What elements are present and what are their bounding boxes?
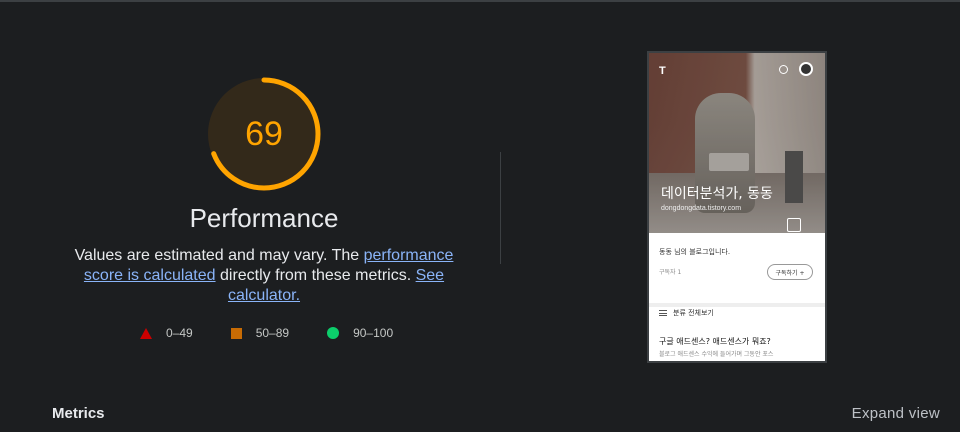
section-separator bbox=[649, 303, 825, 307]
blog-title: 데이터분석가, 동동 bbox=[661, 186, 773, 202]
performance-score: 69 bbox=[245, 114, 283, 153]
expand-view-toggle[interactable]: Expand view bbox=[852, 405, 940, 422]
tistory-logo-icon: T bbox=[659, 65, 666, 77]
subscribe-button: 구독하기 + bbox=[767, 264, 813, 280]
blog-intro: 동동 님의 블로그입니다. bbox=[659, 248, 731, 256]
blog-url: dongdongdata.tistory.com bbox=[661, 205, 742, 212]
description-text-2: directly from these metrics. bbox=[215, 267, 416, 284]
red-triangle-icon bbox=[140, 327, 152, 339]
category-row: 분류 전체보기 bbox=[659, 308, 714, 318]
legend-item-fail: 0–49 bbox=[140, 326, 193, 340]
legend-label-fail: 0–49 bbox=[166, 326, 193, 340]
legend-label-pass: 90–100 bbox=[353, 326, 394, 340]
orange-square-icon bbox=[230, 327, 242, 339]
score-description: Values are estimated and may vary. The p… bbox=[60, 246, 468, 306]
post-title: 구글 애드센스? 애드센스가 뭐죠? bbox=[659, 337, 771, 346]
blog-intro-card: 동동 님의 블로그입니다. 구독자 1 구독하기 + bbox=[649, 233, 825, 305]
vertical-divider bbox=[500, 152, 501, 264]
category-label: 분류 전체보기 bbox=[673, 309, 714, 317]
edit-icon bbox=[787, 218, 801, 232]
search-icon bbox=[779, 65, 788, 74]
performance-gauge: 69 bbox=[205, 75, 323, 193]
final-screenshot-thumbnail[interactable]: T 데이터분석가, 동동 dongdongdata.tistory.com 동동… bbox=[647, 51, 827, 363]
description-text-1: Values are estimated and may vary. The bbox=[74, 247, 364, 264]
legend-label-average: 50–89 bbox=[255, 326, 290, 340]
score-legend: 0–49 50–89 90–100 bbox=[140, 326, 431, 340]
subscriber-count: 구독자 1 bbox=[659, 269, 682, 276]
green-circle-icon bbox=[327, 327, 340, 339]
list-icon bbox=[659, 310, 667, 316]
metrics-heading: Metrics bbox=[52, 405, 105, 422]
blog-header-image: T 데이터분석가, 동동 dongdongdata.tistory.com bbox=[649, 53, 825, 233]
avatar bbox=[799, 62, 813, 76]
category-title: Performance bbox=[189, 203, 339, 233]
legend-item-average: 50–89 bbox=[230, 326, 290, 340]
legend-item-pass: 90–100 bbox=[327, 326, 393, 340]
top-divider bbox=[0, 0, 960, 2]
post-excerpt: 블로그 애드센스 수익에 들어가며 그동안 포스 bbox=[659, 351, 774, 358]
